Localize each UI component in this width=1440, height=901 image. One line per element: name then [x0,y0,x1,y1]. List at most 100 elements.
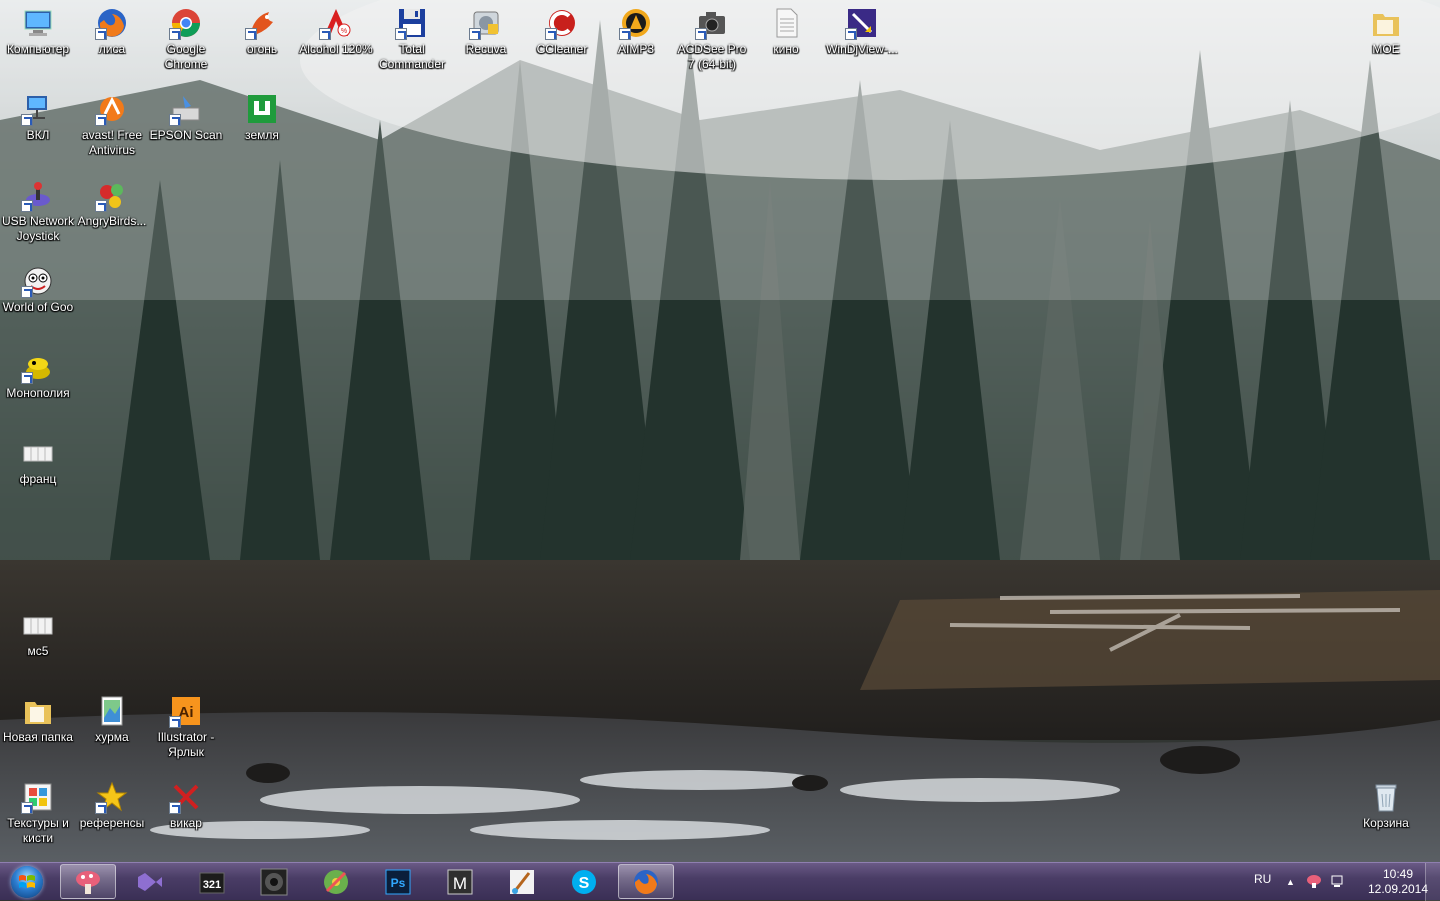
taskbar-app-paint-disc[interactable] [308,864,364,899]
paint-disc-icon [321,867,351,897]
desktop-icon-recuva[interactable]: Recuva [448,6,524,57]
taskbar: 321 Ps M S RU ▲ 10:49 12.09.2014 [0,862,1440,901]
shortcut-arrow-icon [169,114,181,126]
taskbar-app-aimp[interactable] [246,864,302,899]
desktop-icon-textures[interactable]: Текстуры и кисти [0,780,76,846]
svg-text:321: 321 [203,879,221,891]
camera-icon [695,6,729,40]
show-desktop-button[interactable] [1425,863,1440,901]
icon-label: avast! Free Antivirus [81,128,143,157]
taskbar-app-mushroom[interactable] [60,864,116,899]
taskbar-app-m[interactable]: M [432,864,488,899]
svg-text:%: % [341,28,347,35]
icon-label: викар [170,816,202,830]
shortcut-arrow-icon [21,372,33,384]
visual-studio-icon [135,867,165,897]
icon-label: EPSON Scan [149,128,223,142]
icon-label: Total Commander [378,42,446,71]
svg-text:M: M [453,874,467,893]
broken-shortcut-icon [169,780,203,814]
svg-text:Ps: Ps [391,876,406,890]
windows-logo-icon [11,866,43,898]
desktop-icon-fire[interactable]: огонь [224,6,300,57]
shortcut-arrow-icon [695,28,707,40]
monopoly-icon [21,350,55,384]
desktop-icon-recycle-bin[interactable]: Корзина [1348,780,1424,831]
icon-label: франц [19,472,57,486]
fire-fox-figure-icon [245,6,279,40]
textures-icon [21,780,55,814]
desktop-icon-firefox[interactable]: лиса [74,6,150,57]
mushroom-tray-icon[interactable] [1306,873,1322,889]
start-button[interactable] [4,863,50,901]
svg-text:S: S [579,875,590,892]
desktop-icon-total-commander[interactable]: Total Commander [374,6,450,72]
paint-brush-icon [507,867,537,897]
taskbar-app-visual-studio[interactable] [122,864,178,899]
network-icon [21,92,55,126]
shortcut-arrow-icon [21,802,33,814]
desktop-icon-usb-joystick[interactable]: USB Network Joystick [0,178,76,244]
desktop-icon-vikar[interactable]: викар [148,780,224,831]
skype-icon: S [569,867,599,897]
desktop-icon-zemlya[interactable]: земля [224,92,300,143]
desktop-icon-acdsee[interactable]: ACDSee Pro 7 (64-bit) [674,6,750,72]
desktop-icon-windjview[interactable]: WinDjView-... [824,6,900,57]
goo-ball-icon [21,264,55,298]
desktop-icon-mc5[interactable]: мс5 [0,608,76,659]
image-file-icon [95,694,129,728]
shortcut-arrow-icon [619,28,631,40]
icon-label: огонь [246,42,278,56]
icon-label: ВКЛ [26,128,50,142]
desktop-icon-new-folder[interactable]: Новая папка [0,694,76,745]
icon-label: Google Chrome [164,42,208,71]
desktop-icon-references[interactable]: референсы [74,780,150,831]
network-tray-icon[interactable] [1330,873,1346,889]
icon-label: CCleaner [536,42,588,56]
scanner-icon [169,92,203,126]
desktop-icon-alcohol[interactable]: % Alcohol 120% [298,6,374,57]
windjview-icon [845,6,879,40]
icon-label: земля [245,128,279,142]
shortcut-arrow-icon [95,802,107,814]
desktop-icon-ccleaner[interactable]: CCleaner [524,6,600,57]
show-hidden-icons-button[interactable]: ▲ [1286,877,1295,887]
joystick-icon [21,178,55,212]
computer-icon [21,6,55,40]
desktop-icon-epson-scan[interactable]: EPSON Scan [148,92,224,143]
language-indicator[interactable]: RU [1254,872,1271,886]
desktop-icon-angry-birds[interactable]: AngryBirds... [74,178,150,229]
desktop-icon-avast[interactable]: avast! Free Antivirus [74,92,150,158]
desktop-icon-moe[interactable]: МОЕ [1348,6,1424,57]
taskbar-app-mpc[interactable]: 321 [184,864,240,899]
icon-label: Монополия [6,386,70,400]
shortcut-arrow-icon [845,28,857,40]
desktop-icon-monopoly[interactable]: Монополия [0,350,76,401]
shortcut-arrow-icon [319,28,331,40]
ccleaner-icon [545,6,579,40]
desktop-icon-kino[interactable]: кино [748,6,824,57]
icon-label: Illustrator - Ярлык [157,730,215,759]
shortcut-arrow-icon [469,28,481,40]
desktop-icon-hurma[interactable]: хурма [74,694,150,745]
mushroom-icon [73,867,103,897]
desktop-icon-chrome[interactable]: Google Chrome [148,6,224,72]
taskbar-app-skype[interactable]: S [556,864,612,899]
desktop-icon-aimp[interactable]: AIMP3 [598,6,674,57]
icon-label: мс5 [27,644,49,658]
desktop-icon-computer[interactable]: Компьютер [0,6,76,57]
taskbar-app-paint-brush[interactable] [494,864,550,899]
icon-label: WinDjView-... [826,42,898,56]
taskbar-app-firefox[interactable] [618,864,674,899]
star-icon [95,780,129,814]
desktop-icon-world-of-goo[interactable]: World of Goo [0,264,76,315]
floppy-disk-icon [395,6,429,40]
desktop-icon-illustrator[interactable]: Ai Illustrator - Ярлык [148,694,224,760]
desktop-icon-vkl[interactable]: ВКЛ [0,92,76,143]
icon-label: USB Network Joystick [1,214,75,243]
document-icon [21,436,55,470]
avast-icon [95,92,129,126]
taskbar-app-photoshop[interactable]: Ps [370,864,426,899]
text-document-icon [769,6,803,40]
desktop-icon-franc[interactable]: франц [0,436,76,487]
